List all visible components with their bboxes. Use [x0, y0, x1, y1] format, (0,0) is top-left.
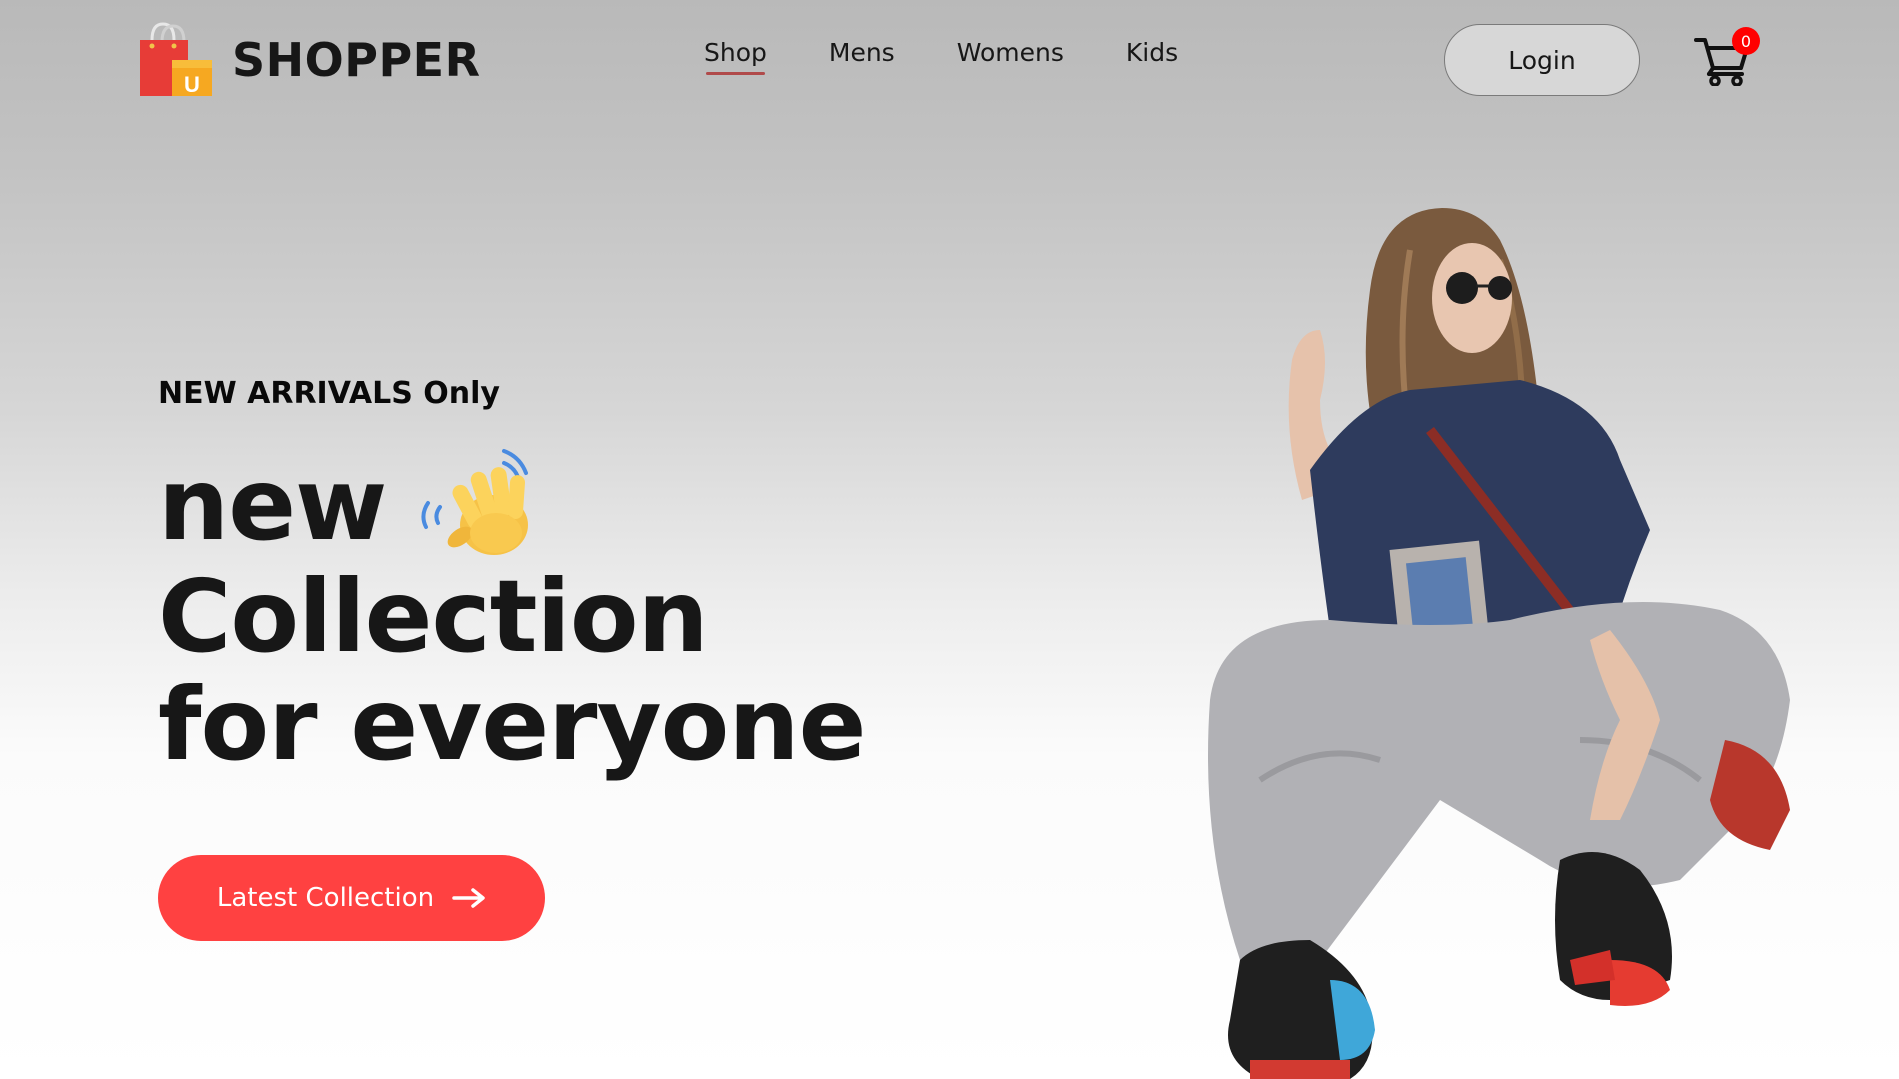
nav-item-label: Mens	[828, 38, 895, 67]
hero-model-image	[1208, 208, 1790, 1079]
cart-count-badge: 0	[1732, 27, 1760, 55]
arrow-right-icon	[452, 888, 485, 908]
logo[interactable]: U SHOPPER	[138, 22, 481, 98]
nav-item-label: Kids	[1125, 38, 1179, 67]
hero-title-line-3: for everyone	[158, 666, 866, 783]
nav-item-shop[interactable]: Shop	[704, 38, 767, 75]
nav-menu: Shop Mens Womens Kids	[704, 38, 1178, 75]
brand-name: SHOPPER	[232, 33, 481, 87]
waving-hand-icon	[421, 449, 529, 555]
navbar: U SHOPPER Shop Mens Womens Kids Login 0	[0, 0, 1899, 120]
hero-title-word: new	[158, 446, 387, 563]
hero-content: NEW ARRIVALS Only new Collection for eve…	[158, 376, 866, 783]
nav-item-womens[interactable]: Womens	[957, 38, 1064, 75]
svg-text:U: U	[184, 72, 200, 97]
shopping-bag-icon: U	[140, 22, 212, 97]
cart-button[interactable]: 0	[1694, 27, 1760, 86]
hero-title-line-2: Collection	[158, 558, 709, 675]
nav-active-underline	[706, 72, 765, 75]
latest-collection-button[interactable]: Latest Collection	[158, 855, 545, 941]
hero-tagline: NEW ARRIVALS Only	[158, 376, 500, 411]
login-button[interactable]: Login	[1444, 24, 1640, 96]
latest-collection-label: Latest Collection	[216, 883, 435, 913]
nav-item-kids[interactable]: Kids	[1126, 38, 1178, 75]
nav-item-mens[interactable]: Mens	[829, 38, 895, 75]
nav-item-label: Womens	[956, 38, 1064, 67]
hero-title-line-1: new	[158, 447, 865, 563]
nav-item-label: Shop	[704, 38, 767, 67]
